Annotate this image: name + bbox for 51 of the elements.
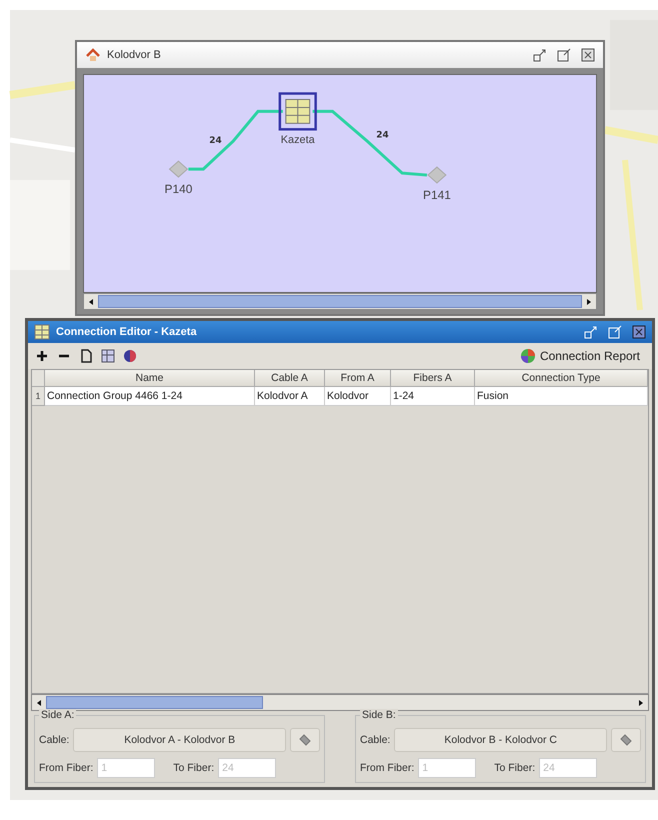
- table-cell: Kolodvor A: [255, 387, 325, 406]
- window-title: Connection Editor - Kazeta: [56, 326, 197, 338]
- node-label: P140: [164, 182, 192, 196]
- tag-icon: [618, 732, 634, 748]
- scroll-right-icon[interactable]: [585, 298, 593, 306]
- table-cell: Connection Group 4466 1-24: [45, 387, 255, 406]
- connection-report-button[interactable]: Connection Report: [514, 348, 646, 364]
- pole-node-icon[interactable]: [427, 166, 447, 184]
- add-icon[interactable]: [34, 348, 50, 364]
- from-fiber-label: From Fiber:: [360, 762, 414, 774]
- report-icon: [520, 348, 536, 364]
- table-cell: 1-24: [391, 387, 475, 406]
- node-label: Kazeta: [280, 134, 315, 146]
- undock-icon[interactable]: [584, 325, 598, 339]
- tag-icon: [297, 732, 313, 748]
- to-fiber-label: To Fiber:: [494, 762, 536, 774]
- scroll-left-icon[interactable]: [35, 698, 43, 706]
- scrollbar-thumb[interactable]: [46, 696, 263, 709]
- from-fiber-label: From Fiber:: [39, 762, 94, 774]
- column-header[interactable]: Fibers A: [391, 370, 475, 387]
- column-header[interactable]: Connection Type: [475, 370, 648, 387]
- node-label: P141: [423, 188, 451, 202]
- cassette-node-icon[interactable]: [278, 92, 317, 131]
- scrollbar-thumb[interactable]: [98, 295, 582, 308]
- table-cell: Kolodvor: [325, 387, 391, 406]
- pole-node-icon[interactable]: [168, 160, 188, 178]
- window-title: Kolodvor B: [107, 49, 161, 61]
- link-label: 24: [376, 130, 389, 140]
- table-cell: Fusion: [475, 387, 648, 406]
- cable-label: Cable:: [360, 734, 390, 746]
- group-title: Side A:: [39, 709, 76, 721]
- cable-label: Cable:: [39, 734, 70, 746]
- cable-pick-button[interactable]: [290, 728, 320, 752]
- grid-icon: [34, 324, 50, 340]
- maximize-icon[interactable]: [608, 325, 622, 339]
- cable-pick-button[interactable]: [611, 728, 641, 752]
- to-fiber-label: To Fiber:: [173, 762, 214, 774]
- scroll-left-icon[interactable]: [87, 298, 95, 306]
- table-icon[interactable]: [100, 348, 116, 364]
- undock-icon[interactable]: [533, 48, 547, 62]
- house-icon: [85, 47, 101, 63]
- column-header[interactable]: Name: [45, 370, 255, 387]
- scroll-right-icon[interactable]: [637, 698, 645, 706]
- column-header[interactable]: Cable A: [255, 370, 325, 387]
- group-title: Side B:: [360, 709, 398, 721]
- row-number: 1: [32, 387, 45, 406]
- column-header[interactable]: From A: [325, 370, 391, 387]
- close-icon[interactable]: [581, 48, 595, 62]
- close-icon[interactable]: [632, 325, 646, 339]
- link-label: 24: [209, 136, 222, 146]
- maximize-icon[interactable]: [557, 48, 571, 62]
